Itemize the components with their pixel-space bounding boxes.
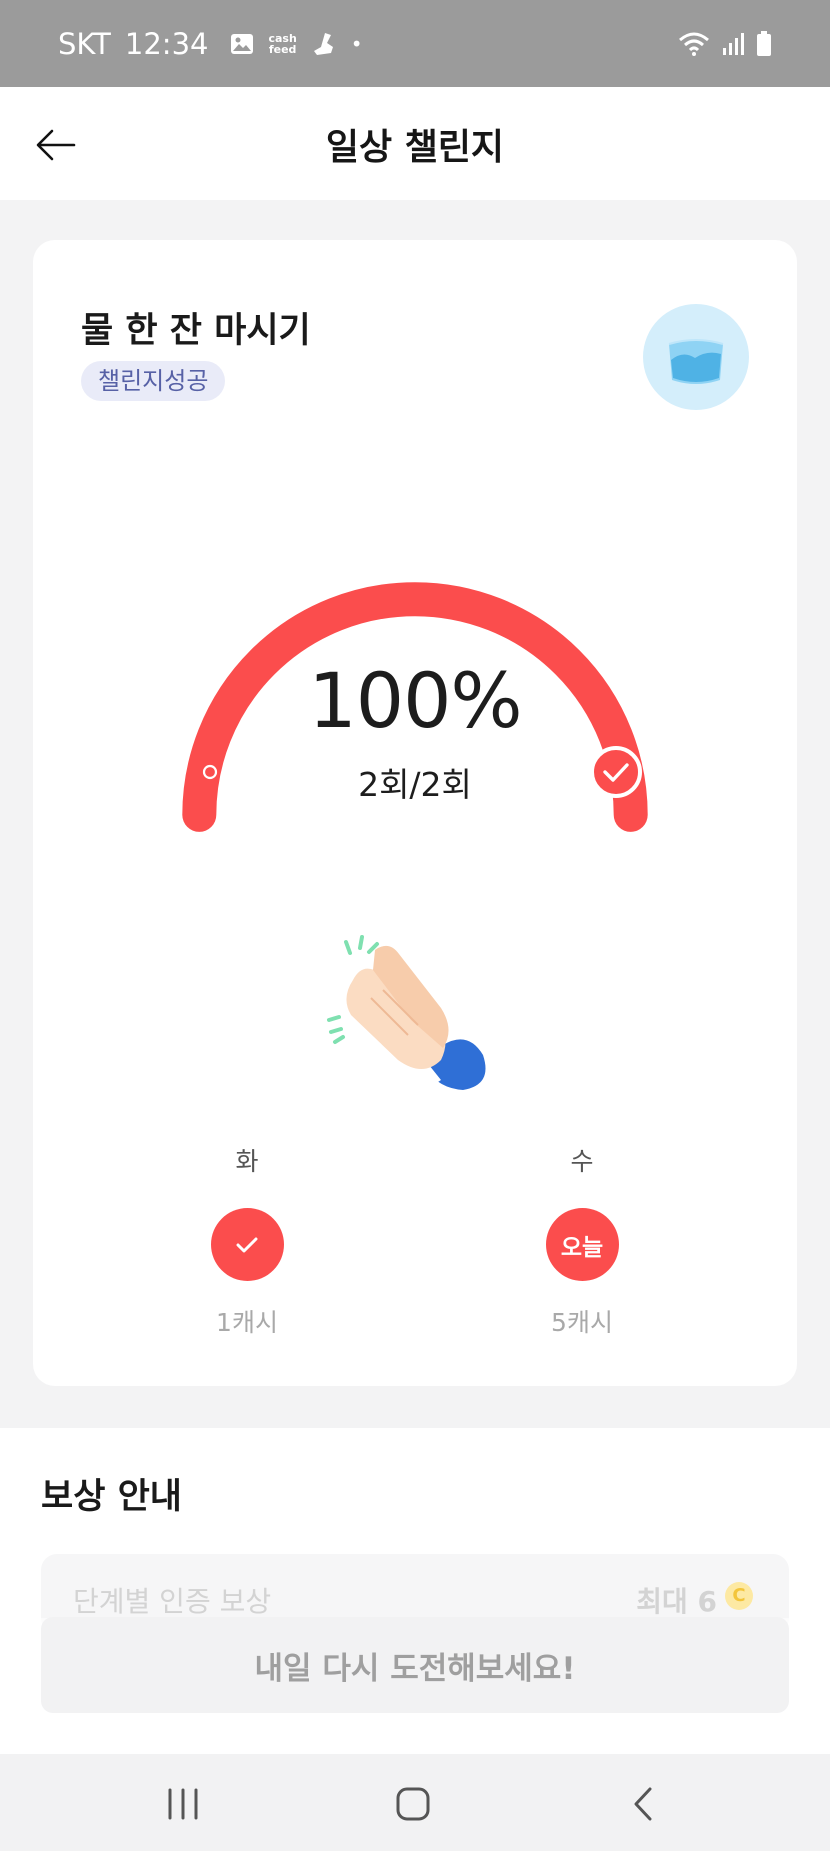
reward-section-title: 보상 안내 (41, 1477, 182, 1517)
day-status-done (210, 1208, 284, 1281)
signal-icon (723, 32, 744, 55)
app-header: 일상 챌린지 (0, 87, 830, 200)
day-status-today: 오늘 (545, 1208, 619, 1281)
check-icon (236, 1237, 258, 1252)
cashfeed-line2: feed (268, 42, 297, 56)
page-title: 일상 챌린지 (325, 126, 505, 168)
home-icon[interactable] (390, 1782, 436, 1826)
status-right (678, 30, 772, 57)
challenge-title: 물 한 잔 마시기 (81, 311, 311, 351)
battery-icon (757, 30, 771, 56)
gauge-mid-marker (407, 547, 423, 563)
cashfeed-icon: cash feed (268, 33, 296, 55)
reward-row-value: 최대 6 (636, 1585, 717, 1618)
reward-row-label: 단계별 인증 보상 (73, 1585, 272, 1618)
clapping-hands-icon (327, 935, 486, 1090)
status-left: SKT 12:34 cash feed • (58, 27, 363, 61)
clock: 12:34 (124, 26, 209, 61)
retry-tomorrow-button[interactable]: 내일 다시 도전해보세요! (41, 1617, 789, 1713)
gallery-icon (231, 33, 254, 54)
system-nav-bar (0, 1754, 830, 1851)
day-reward: 5캐시 (551, 1308, 613, 1337)
more-notifications-dot: • (350, 31, 363, 56)
day-item-tue: 화 1캐시 (167, 1142, 327, 1339)
back-arrow-icon[interactable] (34, 123, 78, 167)
water-glass-icon (643, 304, 749, 410)
recent-apps-icon[interactable] (160, 1782, 206, 1826)
progress-percent: 100% (308, 656, 522, 745)
back-nav-icon[interactable] (622, 1782, 668, 1826)
day-label: 화 (235, 1147, 259, 1176)
day-reward: 1캐시 (216, 1308, 278, 1337)
carrier-label: SKT (58, 26, 111, 61)
wifi-icon (679, 32, 709, 56)
cashfeed-line1: cash (268, 31, 297, 45)
challenge-card: 물 한 잔 마시기 챌린지성공 100% 2회/2회 화 1캐시 수 오늘 5캐… (33, 240, 797, 1386)
status-badge: 챌린지성공 (81, 361, 226, 401)
notification-icons: cash feed • (230, 31, 363, 57)
day-item-wed: 수 오늘 5캐시 (502, 1142, 662, 1339)
day-label: 수 (570, 1147, 594, 1176)
progress-count: 2회/2회 (358, 765, 472, 804)
shoe-icon (313, 32, 333, 55)
coin-icon: C (725, 1582, 753, 1610)
status-bar: SKT 12:34 cash feed • (0, 0, 830, 87)
